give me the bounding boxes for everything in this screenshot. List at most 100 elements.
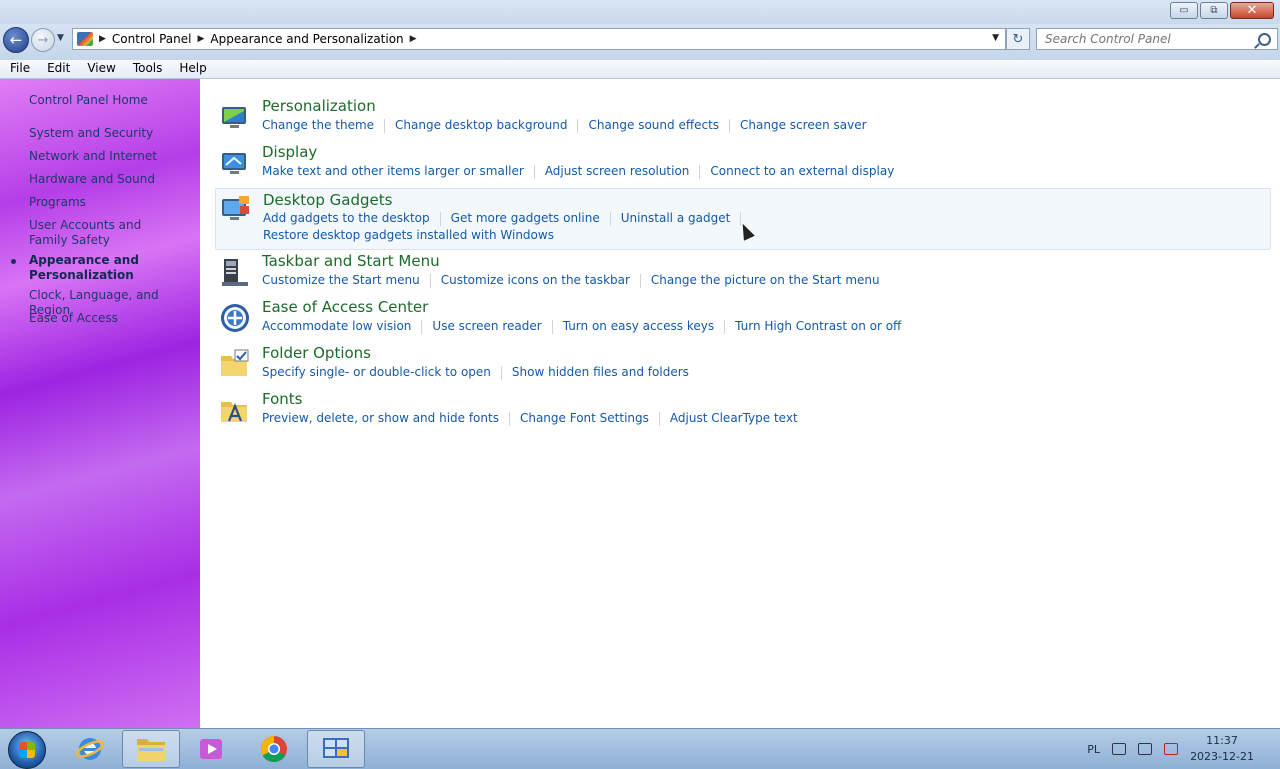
- sidebar-item-network[interactable]: Network and Internet: [29, 149, 194, 164]
- category-title[interactable]: Ease of Access Center: [262, 298, 428, 316]
- recent-pages-dropdown-icon[interactable]: ▼: [57, 33, 64, 43]
- task-link[interactable]: Use screen reader: [432, 319, 541, 333]
- maximize-button[interactable]: ⧉: [1200, 2, 1228, 19]
- task-link[interactable]: Turn on easy access keys: [563, 319, 714, 333]
- minimize-button[interactable]: ▭: [1170, 2, 1198, 19]
- chrome-icon[interactable]: [245, 730, 303, 768]
- close-button[interactable]: ✕: [1230, 2, 1274, 19]
- task-link[interactable]: Change sound effects: [588, 118, 719, 132]
- category-title[interactable]: Display: [262, 143, 317, 161]
- breadcrumb-arrow-icon[interactable]: ▶: [99, 34, 106, 44]
- main-content: Personalization Change the theme Change d…: [200, 79, 1280, 728]
- file-explorer-icon[interactable]: [122, 730, 180, 768]
- refresh-icon[interactable]: ↻: [1006, 28, 1030, 50]
- sidebar-item-system-security[interactable]: System and Security: [29, 126, 194, 141]
- display-icon: [222, 153, 246, 174]
- category-title[interactable]: Taskbar and Start Menu: [262, 252, 440, 270]
- volume-muted-icon[interactable]: [1164, 743, 1179, 755]
- task-link[interactable]: Show hidden files and folders: [512, 365, 689, 379]
- menu-file[interactable]: File: [0, 60, 37, 78]
- breadcrumb-appearance[interactable]: Appearance and Personalization: [210, 32, 403, 46]
- separator: [609, 211, 611, 226]
- task-link[interactable]: Uninstall a gadget: [621, 211, 731, 225]
- address-bar[interactable]: ▶ Control Panel ▶ Appearance and Persona…: [72, 28, 1006, 50]
- search-icon[interactable]: [1258, 33, 1271, 46]
- sidebar-item-user-accounts[interactable]: User Accounts and Family Safety: [29, 218, 179, 248]
- menu-edit[interactable]: Edit: [37, 60, 77, 78]
- sidebar: Control Panel Home System and Security N…: [0, 79, 200, 728]
- category-display: Display Make text and other items larger…: [215, 143, 1269, 183]
- separator: [533, 164, 535, 179]
- task-link[interactable]: Change Font Settings: [520, 411, 649, 425]
- task-link[interactable]: Preview, delete, or show and hide fonts: [262, 411, 499, 425]
- separator: [500, 365, 502, 380]
- back-arrow-icon[interactable]: ←: [3, 27, 29, 53]
- task-link[interactable]: Change screen saver: [740, 118, 867, 132]
- category-title[interactable]: Fonts: [262, 390, 302, 408]
- control-panel-icon: [77, 32, 93, 46]
- internet-explorer-icon[interactable]: [61, 730, 119, 768]
- separator: [724, 319, 726, 334]
- category-folder-options: Folder Options Specify single- or double…: [215, 344, 1269, 384]
- category-ease-of-access: Ease of Access Center Accommodate low vi…: [215, 298, 1269, 338]
- menu-view[interactable]: View: [77, 60, 122, 78]
- task-link[interactable]: Adjust ClearType text: [670, 411, 798, 425]
- taskbar: PL 11:37 2023-12-21: [0, 728, 1280, 769]
- window-controls: ▭ ⧉ ✕: [1168, 2, 1274, 19]
- task-link[interactable]: Connect to an external display: [710, 164, 894, 178]
- clock[interactable]: 11:37 2023-12-21: [1190, 733, 1254, 765]
- breadcrumb-arrow-icon[interactable]: ▶: [198, 34, 205, 44]
- separator: [658, 411, 660, 426]
- category-personalization: Personalization Change the theme Change d…: [215, 97, 1269, 137]
- fonts-icon: [221, 402, 247, 422]
- address-dropdown-icon[interactable]: ▼: [992, 33, 999, 43]
- category-title[interactable]: Personalization: [262, 97, 376, 115]
- task-row: Accommodate low vision Use screen reader T…: [262, 319, 901, 334]
- category-title[interactable]: Desktop Gadgets: [263, 191, 392, 209]
- network-icon[interactable]: [1138, 743, 1153, 755]
- start-button[interactable]: [8, 731, 46, 769]
- sidebar-item-hardware-sound[interactable]: Hardware and Sound: [29, 172, 194, 187]
- sidebar-item-ease-of-access[interactable]: Ease of Access: [29, 311, 194, 326]
- search-input[interactable]: [1037, 29, 1255, 49]
- task-link[interactable]: Accommodate low vision: [262, 319, 411, 333]
- sidebar-item-appearance: Appearance and Personalization: [29, 253, 139, 282]
- language-indicator[interactable]: PL: [1087, 743, 1100, 756]
- task-link[interactable]: Change desktop background: [395, 118, 567, 132]
- search-box[interactable]: [1036, 28, 1278, 50]
- media-player-icon[interactable]: [183, 730, 241, 768]
- task-link[interactable]: Change the picture on the Start menu: [651, 273, 880, 287]
- breadcrumb-arrow-icon[interactable]: ▶: [410, 34, 417, 44]
- task-link[interactable]: Get more gadgets online: [451, 211, 600, 225]
- task-link[interactable]: Adjust screen resolution: [545, 164, 690, 178]
- separator: [508, 411, 510, 426]
- task-link[interactable]: Turn High Contrast on or off: [735, 319, 901, 333]
- sidebar-item-programs[interactable]: Programs: [29, 195, 194, 210]
- task-link[interactable]: Change the theme: [262, 118, 374, 132]
- sidebar-control-panel-home[interactable]: Control Panel Home: [29, 93, 194, 108]
- control-panel-icon[interactable]: [307, 730, 365, 768]
- separator: [639, 273, 641, 288]
- task-link[interactable]: Customize icons on the taskbar: [441, 273, 630, 287]
- menu-tools[interactable]: Tools: [123, 60, 170, 78]
- task-row: Make text and other items larger or smal…: [262, 164, 894, 179]
- separator: [577, 118, 579, 133]
- task-link[interactable]: Add gadgets to the desktop: [263, 211, 430, 225]
- task-link[interactable]: Restore desktop gadgets installed with W…: [263, 228, 554, 242]
- breadcrumb-control-panel[interactable]: Control Panel: [112, 32, 192, 46]
- system-tray: PL 11:37 2023-12-21: [1087, 729, 1280, 769]
- forward-arrow-icon[interactable]: →: [31, 28, 55, 52]
- category-fonts: Fonts Preview, delete, or show and hide …: [215, 390, 1269, 430]
- personalization-icon: [222, 107, 246, 128]
- gadgets-icon: [222, 196, 249, 220]
- keyboard-icon[interactable]: [1112, 743, 1127, 755]
- task-link[interactable]: Specify single- or double-click to open: [262, 365, 491, 379]
- menu-help[interactable]: Help: [169, 60, 213, 78]
- separator: [439, 211, 441, 226]
- separator: [699, 164, 701, 179]
- task-link[interactable]: Customize the Start menu: [262, 273, 420, 287]
- category-title[interactable]: Folder Options: [262, 344, 371, 362]
- task-link[interactable]: Make text and other items larger or smal…: [262, 164, 524, 178]
- navigation-bar: ← → ▼ ▶ Control Panel ▶ Appearance and P…: [0, 24, 1280, 60]
- folder-options-icon: [221, 349, 249, 376]
